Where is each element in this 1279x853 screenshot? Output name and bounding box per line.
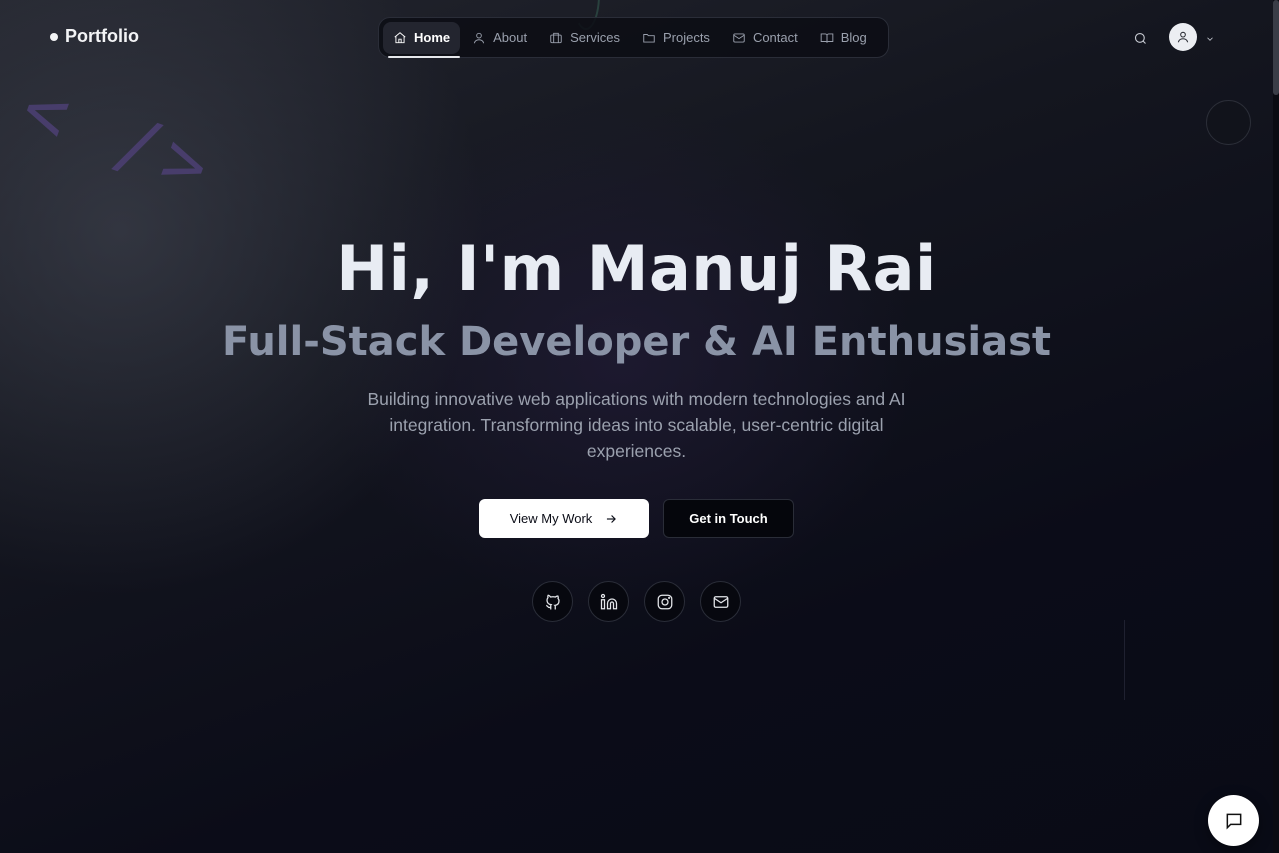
book-open-icon (820, 32, 834, 43)
search-button[interactable] (1130, 28, 1150, 48)
github-icon (545, 594, 560, 609)
nav-item-label: Home (414, 30, 451, 45)
button-label: View My Work (509, 511, 593, 526)
user-icon (474, 32, 485, 43)
nav-item-label: Blog (840, 30, 867, 45)
decorative-line (1124, 620, 1125, 700)
logo[interactable]: Portfolio (50, 26, 139, 47)
hero-description: Building innovative web applications wit… (367, 389, 906, 461)
user-menu-toggle[interactable] (1205, 31, 1217, 43)
get-in-touch-button[interactable]: Get in Touch (663, 499, 794, 538)
email-link[interactable] (700, 581, 741, 622)
user-icon (1177, 31, 1189, 43)
nav-item-label: Contact (752, 30, 798, 45)
folder-icon (643, 33, 655, 43)
linkedin-icon (600, 593, 617, 609)
cta-buttons: View My Work Get in Touch (479, 499, 794, 538)
scrollbar[interactable] (1273, 0, 1279, 853)
nav-item-home[interactable]: Home (383, 21, 461, 58)
site-header: Portfolio Home About Services Projects C… (0, 0, 1279, 76)
github-link[interactable] (532, 581, 573, 622)
instagram-link[interactable] (644, 581, 685, 622)
user-avatar-button[interactable] (1169, 23, 1197, 51)
nav-item-projects[interactable]: Projects (632, 22, 720, 54)
scrollbar-thumb[interactable] (1273, 0, 1279, 95)
chat-bubble-icon (1226, 813, 1241, 829)
chat-widget-button[interactable] (1208, 795, 1259, 846)
social-links (532, 581, 741, 622)
search-icon (1134, 32, 1146, 44)
mail-icon (713, 595, 728, 608)
nav-item-label: Services (570, 30, 620, 45)
briefcase-icon (550, 32, 562, 43)
hero-subtitle: Full-Stack Developer & AI Enthusiast (221, 319, 1052, 365)
main-navigation: Home About Services Projects Contact Blo… (378, 17, 889, 58)
nav-item-label: Projects (662, 30, 710, 45)
linkedin-link[interactable] (588, 581, 629, 622)
nav-item-label: About (493, 30, 528, 45)
home-icon (394, 31, 406, 43)
decorative-circle (1206, 100, 1251, 145)
mail-icon (733, 32, 745, 43)
view-my-work-button[interactable]: View My Work (479, 499, 649, 538)
arrow-right-icon (607, 514, 617, 523)
nav-item-about[interactable]: About (462, 22, 537, 54)
logo-text: Portfolio (65, 26, 139, 46)
nav-item-blog[interactable]: Blog (810, 22, 877, 54)
nav-item-services[interactable]: Services (539, 22, 630, 54)
chevron-down-icon (1207, 37, 1213, 41)
hero-title: Hi, I'm Manuj Rai (336, 232, 937, 305)
logo-dot-icon (50, 32, 58, 41)
instagram-icon (657, 594, 672, 609)
nav-item-contact[interactable]: Contact (722, 22, 808, 54)
